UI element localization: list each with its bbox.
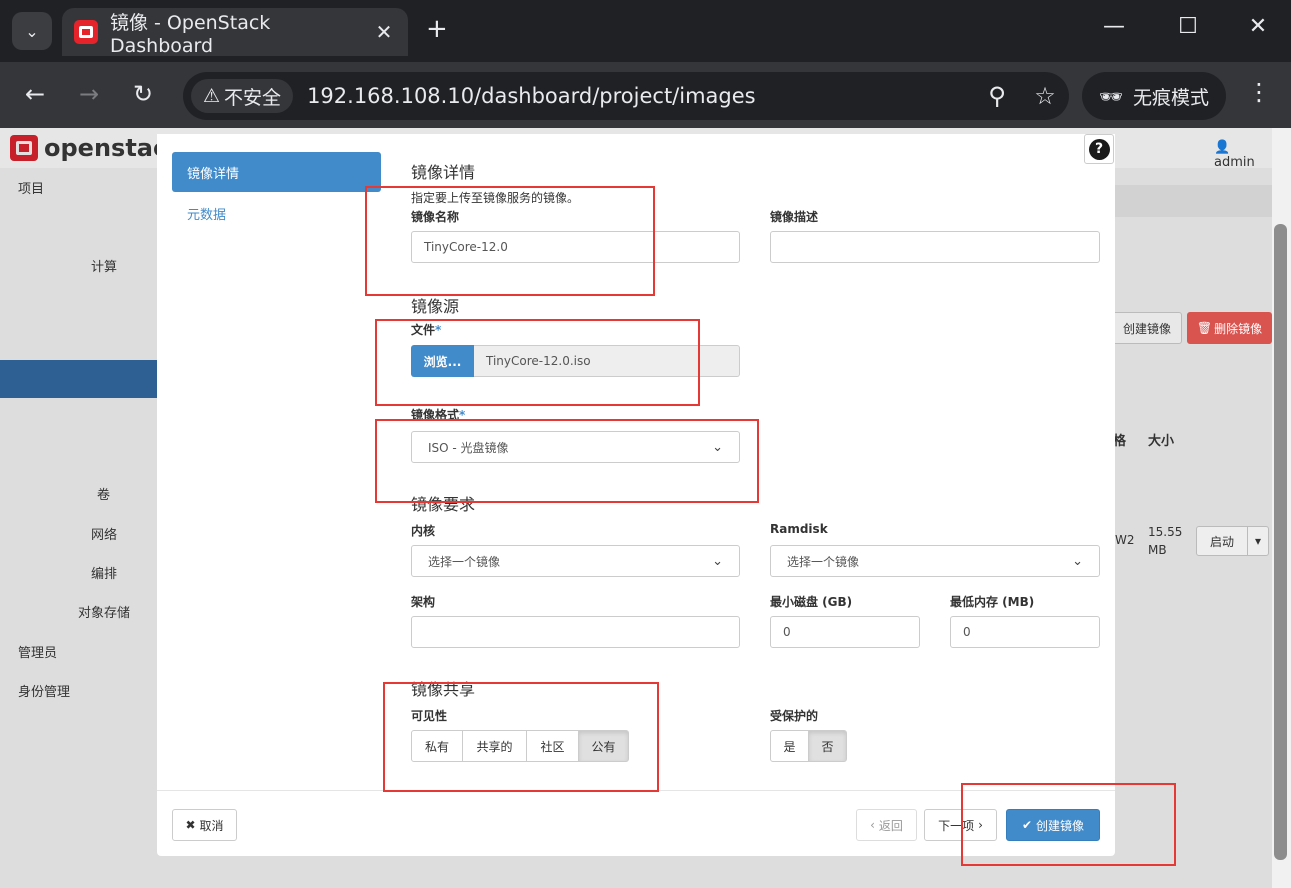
scrollbar-thumb[interactable]	[1274, 224, 1287, 860]
ramdisk-label: Ramdisk	[770, 522, 828, 536]
kernel-label: 内核	[411, 524, 436, 538]
incognito-indicator[interactable]: 🕶 无痕模式	[1082, 72, 1226, 120]
launch-label: 启动	[1209, 534, 1234, 549]
delete-images-label: 删除镜像	[1214, 321, 1263, 336]
incognito-icon: 🕶	[1098, 85, 1124, 108]
protected-label: 受保护的	[770, 709, 819, 723]
chevron-left-icon: ‹	[870, 818, 875, 832]
delete-images-button[interactable]: 🗑 删除镜像	[1187, 312, 1272, 344]
create-image-button-bg[interactable]: 创建镜像	[1112, 312, 1182, 344]
user-name: admin	[1214, 155, 1255, 170]
address-bar[interactable]: ⚠ 不安全 192.168.108.10/dashboard/project/i…	[183, 72, 1069, 120]
nav-project[interactable]: 项目	[18, 178, 44, 197]
close-tab-icon[interactable]: ✕	[370, 20, 398, 44]
annotation-box-visibility	[383, 682, 659, 792]
ramdisk-value: 选择一个镜像	[787, 554, 860, 569]
chevron-down-icon: ⌄	[25, 21, 39, 41]
nav-network[interactable]: 网络	[91, 524, 117, 543]
warning-icon: ⚠	[203, 85, 221, 107]
kernel-value: 选择一个镜像	[428, 554, 501, 569]
chevron-down-icon: ⌄	[1072, 553, 1083, 569]
incognito-label: 无痕模式	[1133, 86, 1210, 109]
row-size: 15.55 MB	[1148, 525, 1183, 557]
bookmark-star-icon[interactable]: ☆	[1021, 82, 1069, 110]
cancel-button[interactable]: ✖ 取消	[172, 809, 237, 841]
caret-down-icon: ▾	[1254, 534, 1262, 548]
back-icon[interactable]: ←	[20, 80, 50, 108]
kernel-select[interactable]: 选择一个镜像 ⌄	[411, 545, 740, 577]
chevron-down-icon: ⌄	[712, 553, 723, 569]
protected-no-label: 否	[821, 739, 834, 754]
help-button[interactable]: ?	[1084, 134, 1114, 164]
row-actions-dropdown[interactable]: ▾	[1247, 526, 1269, 556]
openstack-favicon-icon	[74, 20, 98, 44]
column-size-header: 大小	[1148, 434, 1175, 449]
nav-compute[interactable]: 计算	[91, 256, 117, 275]
browser-toolbar: ← → ↻ ⚠ 不安全 192.168.108.10/dashboard/pro…	[0, 62, 1291, 128]
nav-active-item[interactable]	[0, 360, 157, 398]
nav-identity[interactable]: 身份管理	[18, 681, 70, 700]
image-description-input[interactable]	[770, 231, 1100, 263]
wizard-step-details[interactable]: 镜像详情	[172, 152, 381, 192]
protected-yes[interactable]: 是	[770, 730, 809, 762]
question-icon: ?	[1088, 138, 1110, 160]
page-tabs-band	[1115, 185, 1272, 217]
architecture-label: 架构	[411, 595, 436, 609]
min-ram-label: 最低内存 (MB)	[950, 595, 1035, 609]
tab-search-button[interactable]: ⌄	[12, 12, 52, 50]
forward-icon[interactable]: →	[74, 80, 104, 108]
details-title: 镜像详情	[411, 163, 476, 182]
min-ram-input[interactable]: 0	[950, 616, 1100, 648]
user-menu[interactable]: 👤 admin	[1214, 140, 1272, 170]
min-disk-value: 0	[783, 625, 791, 639]
protected-toggle-group: 是 否	[770, 730, 847, 762]
create-image-label-bg: 创建镜像	[1122, 321, 1171, 336]
nav-admin[interactable]: 管理员	[18, 642, 57, 661]
maximize-icon[interactable]: ☐	[1168, 14, 1208, 39]
annotation-box-name	[365, 186, 655, 296]
min-disk-label: 最小磁盘 (GB)	[770, 595, 853, 609]
annotation-box-format	[375, 419, 759, 503]
tab-title: 镜像 - OpenStack Dashboard	[110, 11, 271, 57]
min-ram-value: 0	[963, 625, 971, 639]
new-tab-icon[interactable]: +	[426, 14, 448, 44]
annotation-box-file	[375, 319, 700, 406]
row-format: W2	[1115, 533, 1135, 547]
nav-object-store[interactable]: 对象存储	[78, 602, 130, 621]
close-icon: ✖	[185, 818, 196, 832]
wizard-step-metadata[interactable]: 元数据	[187, 204, 226, 223]
back-label: 返回	[878, 818, 903, 833]
openstack-logo-icon	[10, 135, 38, 161]
security-indicator[interactable]: ⚠ 不安全	[191, 79, 294, 113]
min-disk-input[interactable]: 0	[770, 616, 920, 648]
cancel-label: 取消	[199, 818, 224, 833]
source-title: 镜像源	[411, 297, 460, 316]
close-window-icon[interactable]: ✕	[1238, 14, 1278, 39]
image-description-label: 镜像描述	[770, 210, 819, 224]
annotation-box-create	[961, 783, 1176, 866]
minimize-icon[interactable]: —	[1094, 14, 1134, 39]
reload-icon[interactable]: ↻	[128, 80, 158, 108]
back-button[interactable]: ‹ 返回	[856, 809, 917, 841]
zoom-icon[interactable]: ⚲	[973, 82, 1021, 110]
trash-icon: 🗑	[1196, 321, 1213, 335]
launch-button[interactable]: 启动	[1196, 526, 1248, 556]
url-text[interactable]: 192.168.108.10/dashboard/project/images	[307, 84, 973, 108]
architecture-input[interactable]	[411, 616, 740, 648]
security-label: 不安全	[224, 86, 282, 109]
protected-no[interactable]: 否	[808, 730, 847, 762]
nav-volumes[interactable]: 卷	[97, 484, 110, 503]
ramdisk-select[interactable]: 选择一个镜像 ⌄	[770, 545, 1100, 577]
protected-yes-label: 是	[783, 739, 796, 754]
user-icon: 👤	[1214, 140, 1231, 155]
browser-tab[interactable]: 镜像 - OpenStack Dashboard ✕	[62, 8, 408, 57]
nav-orchestration[interactable]: 编排	[91, 563, 117, 582]
browser-tab-bar: ⌄ 镜像 - OpenStack Dashboard ✕ + — ☐ ✕	[0, 0, 1291, 62]
browser-menu-icon[interactable]: ⋮	[1245, 78, 1273, 106]
